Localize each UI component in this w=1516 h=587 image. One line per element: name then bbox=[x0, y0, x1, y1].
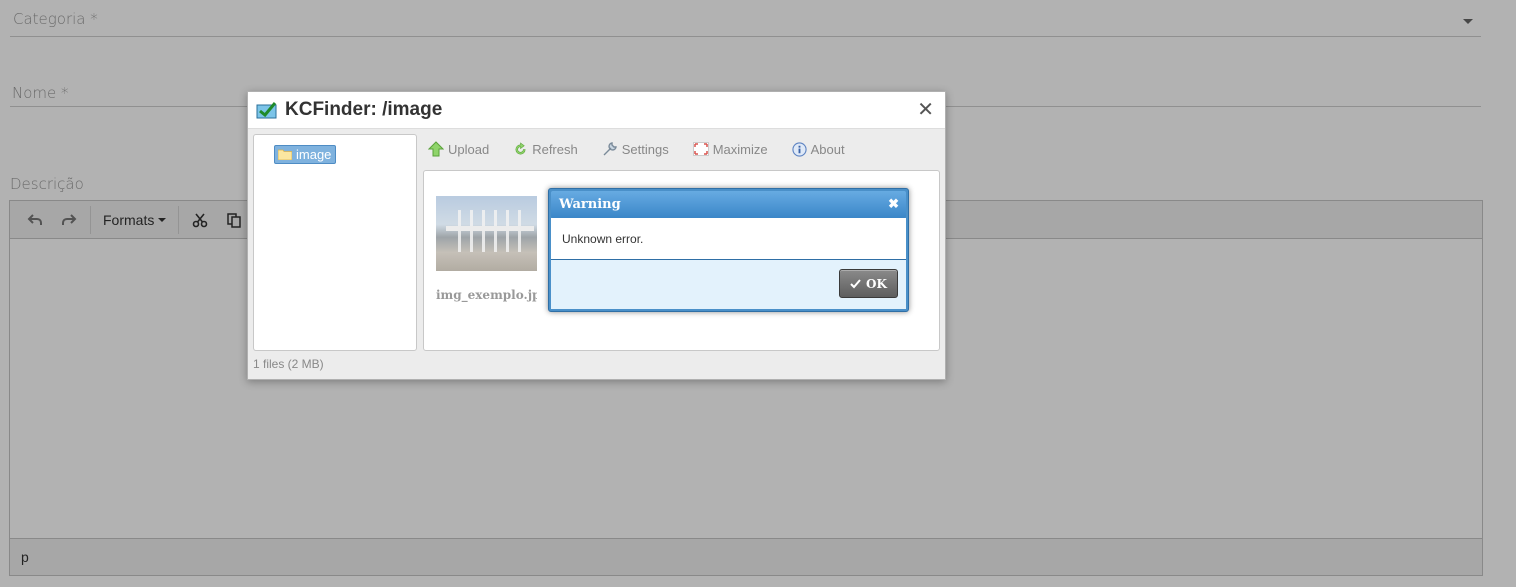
close-icon[interactable]: ✖ bbox=[888, 196, 899, 212]
checkmark-icon bbox=[850, 278, 861, 288]
kcfinder-status: 1 files (2 MB) bbox=[253, 357, 324, 371]
kcfinder-titlebar[interactable]: KCFinder: /image ✕ bbox=[248, 92, 945, 129]
warning-dialog: Warning ✖ Unknown error. OK bbox=[548, 188, 909, 312]
close-icon[interactable]: ✕ bbox=[917, 100, 934, 120]
folder-item-image[interactable]: image bbox=[274, 145, 337, 164]
kcfinder-title: KCFinder: /image bbox=[285, 99, 443, 120]
about-button[interactable]: About bbox=[792, 142, 845, 157]
thumbnail-image-structure bbox=[458, 210, 528, 252]
thumbnail-image-beam bbox=[446, 226, 534, 231]
info-icon bbox=[792, 141, 807, 157]
folder-label: image bbox=[296, 147, 332, 162]
warning-titlebar[interactable]: Warning ✖ bbox=[551, 191, 906, 218]
folder-tree: image bbox=[253, 134, 417, 351]
refresh-icon bbox=[515, 141, 526, 154]
kcfinder-toolbar: Upload Refresh Settings Maximize About bbox=[428, 137, 869, 161]
refresh-button[interactable]: Refresh bbox=[513, 142, 578, 157]
folder-icon bbox=[278, 149, 292, 160]
maximize-icon bbox=[692, 142, 709, 156]
maximize-button[interactable]: Maximize bbox=[692, 142, 768, 157]
settings-button[interactable]: Settings bbox=[602, 141, 669, 157]
file-name[interactable]: img_exemplo.jpg bbox=[436, 288, 537, 302]
warning-message: Unknown error. bbox=[562, 232, 644, 246]
warning-title: Warning bbox=[559, 197, 621, 212]
upload-button[interactable]: Upload bbox=[428, 141, 489, 157]
upload-arrow-icon bbox=[428, 141, 444, 157]
warning-footer: OK bbox=[551, 260, 906, 309]
kcfinder-logo-icon bbox=[256, 102, 277, 119]
ok-button[interactable]: OK bbox=[839, 269, 898, 298]
warning-content: Unknown error. bbox=[551, 218, 906, 260]
file-thumbnail[interactable] bbox=[436, 196, 537, 271]
wrench-icon bbox=[603, 142, 617, 156]
ok-label: OK bbox=[866, 276, 887, 291]
